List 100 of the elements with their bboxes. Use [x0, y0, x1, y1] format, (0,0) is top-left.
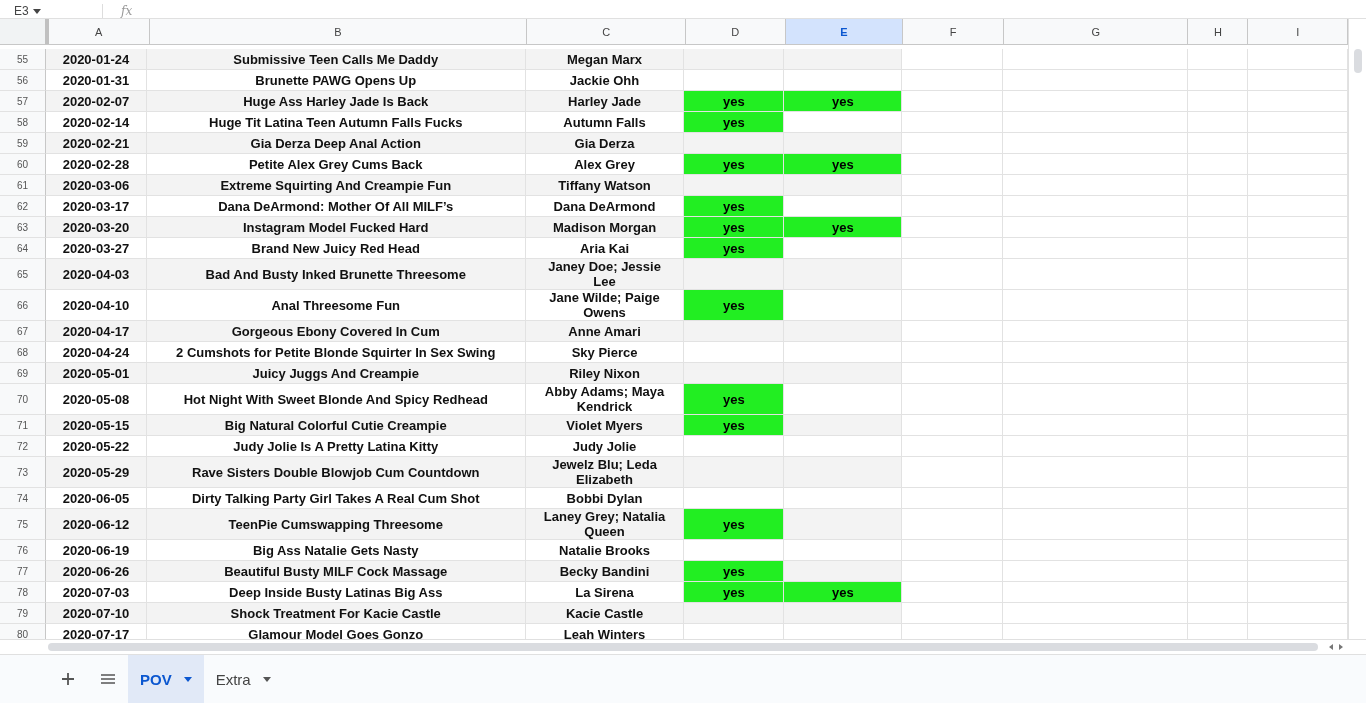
- table-cell: yes: [684, 217, 785, 238]
- column-header[interactable]: B: [149, 19, 528, 44]
- column-header[interactable]: E: [785, 19, 904, 44]
- row-number[interactable]: 60: [0, 154, 46, 175]
- row-number[interactable]: 77: [0, 561, 46, 582]
- row-number[interactable]: 59: [0, 133, 46, 154]
- table-cell: Becky Bandini: [525, 561, 685, 582]
- table-cell: [1188, 217, 1249, 238]
- row-number[interactable]: 65: [0, 259, 46, 290]
- table-cell: yes: [684, 91, 785, 112]
- table-cell: yes: [684, 238, 785, 259]
- table-cell: Madison Morgan: [525, 217, 685, 238]
- table-cell: [1188, 457, 1249, 488]
- cell-reference[interactable]: E3: [14, 4, 29, 18]
- table-cell: Jewelz Blu; Leda Elizabeth: [525, 457, 685, 488]
- row-number[interactable]: 61: [0, 175, 46, 196]
- table-cell: [1188, 196, 1249, 217]
- table-cell: 2020-02-21: [45, 133, 147, 154]
- table-cell: Rave Sisters Double Blowjob Cum Countdown: [146, 457, 526, 488]
- table-cell: [1188, 175, 1249, 196]
- table-cell: [1188, 488, 1249, 509]
- row-number[interactable]: 78: [0, 582, 46, 603]
- row-number[interactable]: 72: [0, 436, 46, 457]
- table-cell: yes: [684, 415, 785, 436]
- table-cell: [1188, 436, 1249, 457]
- table-cell: Beautiful Busty MILF Cock Massage: [146, 561, 526, 582]
- row-number[interactable]: 56: [0, 70, 46, 91]
- row-number[interactable]: 75: [0, 509, 46, 540]
- table-cell: [1188, 259, 1249, 290]
- row-number[interactable]: 68: [0, 342, 46, 363]
- table-cell: [1188, 49, 1249, 70]
- table-cell: yes: [784, 217, 903, 238]
- table-cell: [1188, 321, 1249, 342]
- table-cell: yes: [784, 154, 903, 175]
- table-cell: Violet Myers: [525, 415, 685, 436]
- table-cell: Gorgeous Ebony Covered In Cum: [146, 321, 526, 342]
- table-cell: 2020-06-26: [45, 561, 147, 582]
- column-header[interactable]: C: [527, 19, 686, 44]
- table-cell: Anne Amari: [525, 321, 685, 342]
- caret-icon[interactable]: [262, 676, 271, 682]
- table-cell: Submissive Teen Calls Me Daddy: [146, 49, 526, 70]
- table-cell: [1188, 540, 1249, 561]
- table-cell: 2020-05-29: [45, 457, 147, 488]
- table-cell: Shock Treatment For Kacie Castle: [146, 603, 526, 624]
- table-cell: Kacie Castle: [525, 603, 685, 624]
- table-cell: [1188, 342, 1249, 363]
- table-cell: yes: [684, 196, 785, 217]
- sheet-tab[interactable]: POV: [128, 655, 204, 703]
- table-cell: Tiffany Watson: [525, 175, 685, 196]
- table-cell: [1188, 603, 1249, 624]
- row-number[interactable]: 62: [0, 196, 46, 217]
- row-number[interactable]: 67: [0, 321, 46, 342]
- table-cell: Huge Ass Harley Jade Is Back: [146, 91, 526, 112]
- table-cell: 2020-02-07: [45, 91, 147, 112]
- row-number[interactable]: 70: [0, 384, 46, 415]
- table-cell: Bad And Busty Inked Brunette Threesome: [146, 259, 526, 290]
- table-cell: Juicy Juggs And Creampie: [146, 363, 526, 384]
- row-number[interactable]: 76: [0, 540, 46, 561]
- table-cell: [1188, 415, 1249, 436]
- table-cell: Gia Derza Deep Anal Action: [146, 133, 526, 154]
- table-cell: yes: [684, 561, 785, 582]
- table-cell: 2020-05-15: [45, 415, 147, 436]
- table-cell: [1188, 363, 1249, 384]
- caret-icon[interactable]: [32, 8, 41, 14]
- row-number[interactable]: 80: [0, 624, 46, 639]
- row-number[interactable]: 55: [0, 49, 46, 70]
- row-number[interactable]: 58: [0, 112, 46, 133]
- column-header[interactable]: G: [1004, 19, 1189, 44]
- caret-icon[interactable]: [183, 676, 192, 682]
- sheet-tab[interactable]: Extra: [203, 655, 283, 703]
- table-cell: yes: [784, 582, 903, 603]
- table-cell: yes: [784, 91, 903, 112]
- table-cell: 2020-03-20: [45, 217, 147, 238]
- table-cell: TeenPie Cumswapping Threesome: [146, 509, 526, 540]
- column-header[interactable]: D: [685, 19, 786, 44]
- row-number[interactable]: 73: [0, 457, 46, 488]
- row-number[interactable]: 64: [0, 238, 46, 259]
- row-number[interactable]: 79: [0, 603, 46, 624]
- row-number[interactable]: 66: [0, 290, 46, 321]
- row-number[interactable]: 69: [0, 363, 46, 384]
- column-header[interactable]: H: [1188, 19, 1249, 44]
- row-number[interactable]: 63: [0, 217, 46, 238]
- table-cell: Instagram Model Fucked Hard: [146, 217, 526, 238]
- row-number[interactable]: 57: [0, 91, 46, 112]
- table-cell: [1188, 238, 1249, 259]
- column-header[interactable]: A: [48, 19, 150, 44]
- table-cell: [1188, 561, 1249, 582]
- column-header[interactable]: F: [903, 19, 1005, 44]
- table-cell: [1188, 582, 1249, 603]
- table-cell: yes: [684, 509, 785, 540]
- table-cell: Riley Nixon: [525, 363, 685, 384]
- row-number[interactable]: 74: [0, 488, 46, 509]
- table-cell: yes: [684, 290, 785, 321]
- table-cell: yes: [684, 384, 785, 415]
- table-cell: [1188, 70, 1249, 91]
- table-cell: 2020-05-01: [45, 363, 147, 384]
- plus-icon: [61, 672, 75, 686]
- row-number[interactable]: 71: [0, 415, 46, 436]
- table-cell: [1188, 384, 1249, 415]
- table-cell: [1188, 112, 1249, 133]
